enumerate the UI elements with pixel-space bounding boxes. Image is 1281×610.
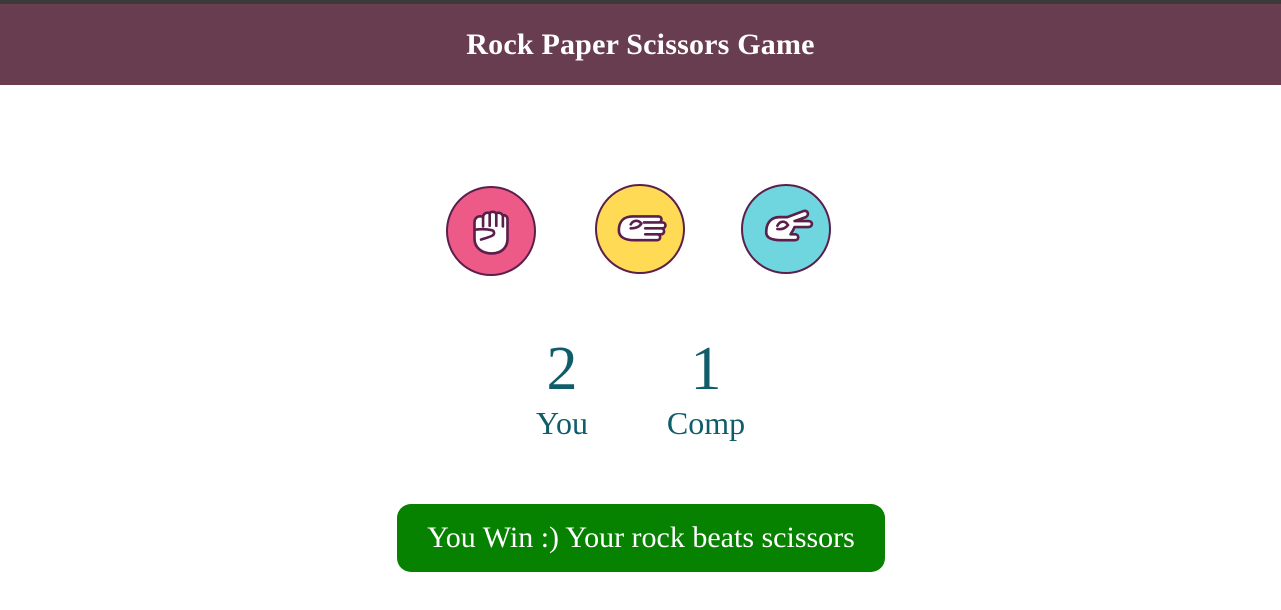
user-score-value: 2 bbox=[546, 335, 578, 403]
comp-score-value: 1 bbox=[690, 335, 722, 403]
comp-score: 1 Comp bbox=[656, 338, 756, 439]
user-score-label: You bbox=[536, 405, 588, 441]
paper-hand-icon bbox=[617, 215, 667, 242]
comp-score-label: Comp bbox=[666, 405, 746, 441]
user-score: 2 You bbox=[522, 338, 602, 439]
scissors-choice-button[interactable] bbox=[741, 184, 831, 274]
page-title: Rock Paper Scissors Game bbox=[466, 27, 815, 61]
rock-hand-icon bbox=[473, 210, 509, 255]
paper-choice-button[interactable] bbox=[595, 184, 685, 274]
rock-choice-button[interactable] bbox=[446, 186, 536, 276]
result-message: You Win :) Your rock beats scissors bbox=[397, 504, 885, 572]
choices bbox=[0, 183, 1281, 279]
header: Rock Paper Scissors Game bbox=[0, 4, 1281, 85]
result-message-text: You Win :) Your rock beats scissors bbox=[427, 521, 855, 554]
scissors-hand-icon bbox=[764, 209, 814, 242]
